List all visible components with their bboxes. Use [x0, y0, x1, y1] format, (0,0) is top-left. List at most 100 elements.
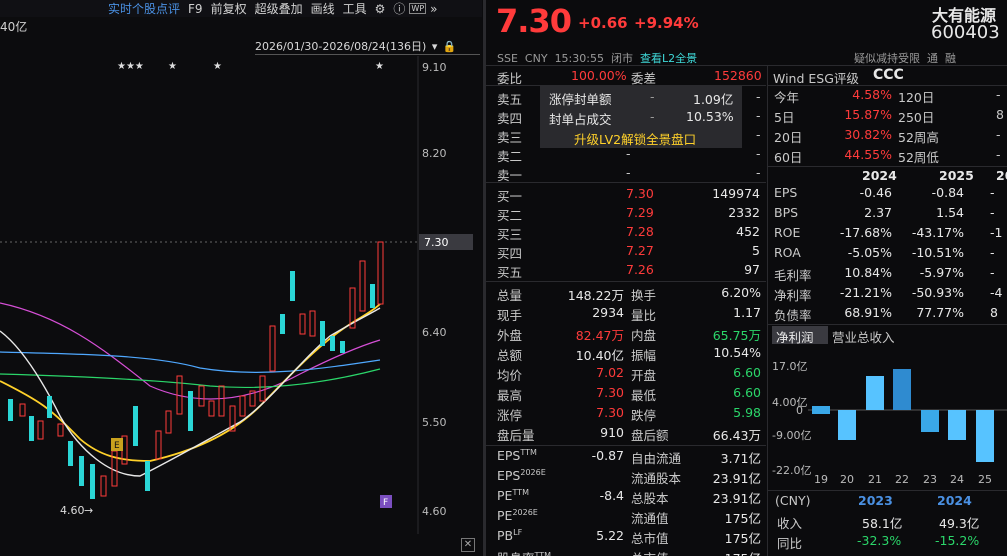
expand-icon[interactable]: ✕: [461, 538, 475, 552]
toolbar-tools[interactable]: 工具: [339, 0, 371, 17]
stat-value: 7.30: [596, 385, 624, 400]
bar-axis-4: -9.00亿: [772, 429, 811, 442]
l2-popup: 涨停封单额 - 1.09亿 封单占成交 - 10.53% 升级LV2解锁全景盘口: [540, 86, 742, 148]
bar-x-5: 23: [923, 473, 937, 486]
stat-value: 6.20%: [721, 285, 761, 300]
axis-label-1: 9.10: [422, 61, 447, 74]
valuation-label: 总股本: [631, 491, 669, 506]
stat-value: 7.02: [596, 365, 624, 380]
fin-label: EPS: [774, 185, 798, 200]
last-price: 7.30: [496, 2, 572, 40]
perf-label: 52周高: [898, 130, 939, 145]
bar-19: [812, 406, 830, 414]
fin-label: ROA: [774, 245, 801, 260]
valuation-label-sup: TTM: [512, 488, 529, 497]
tab-net-profit[interactable]: 净利润: [772, 326, 828, 345]
currency: CNY: [524, 52, 548, 65]
profit-bar-chart[interactable]: 17.0亿 4.00亿 0 -9.00亿 -22.0亿 19 20 21 22 …: [768, 346, 1007, 488]
kline-chart-panel: 实时个股点评 F9 前复权 超级叠加 画线 工具 ⚙ ⓘ WP » 40亿 20…: [0, 0, 482, 556]
stat-label: 盘后量: [497, 428, 535, 443]
fin-label: BPS: [774, 205, 799, 220]
collapse-right-icon[interactable]: »: [426, 2, 441, 16]
price-change: +0.66: [578, 14, 628, 32]
buy-4-vol: 5: [752, 243, 760, 258]
axis-label-2: 8.20: [422, 147, 447, 160]
rev-currency: (CNY): [775, 493, 811, 508]
fin-value-2026: -1: [990, 225, 1003, 240]
help-icon[interactable]: ⓘ: [389, 0, 409, 17]
perf-label: 250日: [898, 110, 935, 125]
stat-value: 10.40亿: [575, 348, 624, 363]
wp-icon[interactable]: WP: [409, 3, 427, 14]
popup-ratio-value: 10.53%: [686, 109, 734, 124]
stat-label: 总额: [497, 348, 523, 363]
bar-x-6: 24: [950, 473, 964, 486]
axis-label-4: 6.40: [422, 326, 447, 339]
stat-label: 跌停: [631, 408, 657, 423]
stat-value: 1.17: [733, 305, 761, 320]
stat-label: 内盘: [631, 328, 657, 343]
popup-seal-mid: -: [650, 89, 655, 104]
valuation-label: 流通值: [631, 511, 669, 526]
buy-3-vol: 452: [736, 224, 760, 239]
bar-22: [893, 369, 911, 410]
star-marks-4: ★: [375, 61, 384, 72]
toolbar-stock-comment[interactable]: 实时个股点评: [104, 0, 184, 17]
stat-label: 均价: [497, 368, 523, 383]
stat-label: 最低: [631, 388, 657, 403]
axis-label-6: 4.60: [422, 505, 447, 518]
range-dropdown-icon[interactable]: ▾: [432, 40, 438, 53]
chart-toolbar: 实时个股点评 F9 前复权 超级叠加 画线 工具 ⚙ ⓘ WP »: [0, 0, 482, 17]
fin-value-2026: -: [990, 205, 995, 220]
performance-grid: 今年 4.58% 120日 - 5日 15.87% 250日 8 20日 30.82% 52周高 - 6…: [768, 87, 1007, 167]
sell-2-label: 卖二: [497, 149, 523, 164]
toolbar-f9[interactable]: F9: [184, 2, 207, 16]
star-marks-1: ★★★: [117, 61, 144, 72]
stat-label: 盘后额: [631, 428, 669, 443]
ma-line-magenta: [0, 302, 381, 400]
valuation-label: 股息率TTM: [497, 548, 551, 556]
stat-label: 涨停: [497, 408, 523, 423]
toolbar-super-overlay[interactable]: 超级叠加: [251, 0, 307, 17]
stat-label: 外盘: [497, 328, 523, 343]
valuation-label-text: PB: [497, 528, 514, 544]
weicha-value: 152860: [714, 68, 762, 83]
weibi-value: 100.00%: [571, 68, 627, 83]
current-price-tag-text: 7.30: [424, 236, 449, 249]
kline-plot[interactable]: ★★★ ★ ★ ★ E F 4.60 → 9.10 8.20 7.30 6.40…: [0, 56, 482, 534]
fin-value-2026: -: [990, 245, 995, 260]
upgrade-l2-button[interactable]: 升级LV2解锁全景盘口: [574, 129, 696, 148]
tab-revenue[interactable]: 营业总收入: [832, 327, 895, 346]
valuation-label-text: PE: [497, 488, 513, 504]
popup-ratio-label: 封单占成交: [549, 112, 612, 127]
date-range-text: 2026/01/30-2026/08/24(136日): [255, 40, 427, 53]
valuation-label: 流通股本: [631, 471, 682, 486]
stat-label: 总量: [497, 288, 523, 303]
toolbar-draw-line[interactable]: 画线: [307, 0, 339, 17]
rev-row-label: 收入: [777, 516, 803, 531]
axis-label-5: 5.50: [422, 416, 447, 429]
popup-ratio-mid: -: [650, 109, 655, 124]
valuation-label-text: EPS: [497, 448, 521, 464]
fin-value-2025: -43.17%: [911, 225, 964, 240]
valuation-label-sup: TTM: [534, 550, 552, 556]
fin-value-2024: 68.91%: [844, 305, 892, 320]
bar-23: [921, 410, 939, 432]
valuation-value: 23.91亿: [712, 491, 761, 506]
esg-rating[interactable]: CCC: [873, 67, 904, 83]
view-l2-link[interactable]: 查看L2全景: [640, 52, 697, 65]
toolbar-forward-adjust[interactable]: 前复权: [207, 0, 251, 17]
bar-x-3: 21: [868, 473, 882, 486]
valuation-label: 总市值: [631, 548, 669, 556]
gear-icon[interactable]: ⚙: [371, 2, 390, 16]
buy-5-label: 买五: [497, 265, 523, 280]
buy-5-price: 7.26: [626, 262, 654, 277]
fin-value-2024: -0.46: [859, 185, 892, 200]
perf-label: 52周低: [898, 150, 939, 165]
stat-value: 82.47万: [575, 328, 624, 343]
stat-value: 6.60: [733, 365, 761, 380]
perf-label: 5日: [774, 110, 795, 125]
financials-grid: EPS -0.46 -0.84 - BPS 2.37 1.54 - ROE -17.68% -43.…: [768, 185, 1007, 325]
lock-icon[interactable]: 🔒: [443, 40, 457, 53]
date-range: 2026/01/30-2026/08/24(136日) ▾ 🔒: [255, 38, 480, 55]
